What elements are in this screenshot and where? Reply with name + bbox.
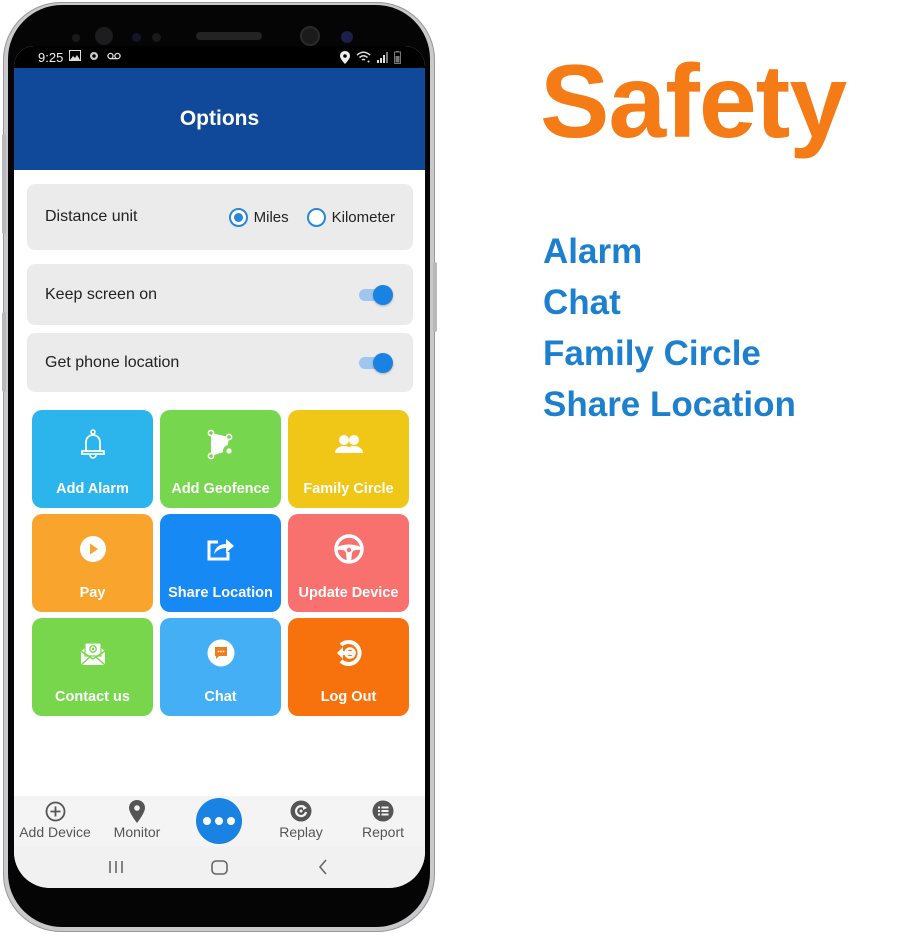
back-icon xyxy=(319,859,327,875)
options-grid: Add Alarm Add Geofence Family Circle Pay… xyxy=(32,410,409,716)
bixby-button xyxy=(2,312,6,392)
chat-tile[interactable]: Chat xyxy=(160,618,281,716)
status-time: 9:25 xyxy=(38,49,64,65)
radio-selected-icon[interactable] xyxy=(228,207,248,227)
dot xyxy=(227,817,235,825)
map-pin-icon xyxy=(129,799,145,823)
kilometer-label: Kilometer xyxy=(331,208,395,226)
more-dots-button[interactable] xyxy=(196,798,242,844)
tile-label: Family Circle xyxy=(303,481,394,497)
sensor-icon xyxy=(95,27,113,45)
toggle-knob[interactable] xyxy=(373,284,393,305)
wifi-icon xyxy=(356,51,371,63)
logout-icon xyxy=(332,636,366,670)
bell-icon xyxy=(76,428,110,462)
tile-label: Contact us xyxy=(55,689,130,705)
nav-label: Replay xyxy=(279,824,323,840)
steering-wheel-icon xyxy=(332,532,366,566)
kilometer-radio[interactable]: Kilometer xyxy=(306,207,395,227)
sync-icon xyxy=(89,51,99,64)
status-bar: 9:25 xyxy=(14,46,425,68)
radio-unselected-icon[interactable] xyxy=(306,207,326,227)
system-navigation-bar xyxy=(14,846,425,888)
contact-us-tile[interactable]: Contact us xyxy=(32,618,153,716)
back-button[interactable] xyxy=(303,852,343,882)
list-icon xyxy=(372,799,394,823)
pay-tile[interactable]: Pay xyxy=(32,514,153,612)
nav-label: Monitor xyxy=(113,824,161,840)
feature-list: Alarm Chat Family Circle Share Location xyxy=(543,226,796,430)
geofence-add-icon xyxy=(204,428,238,462)
feature-item: Alarm xyxy=(543,232,643,271)
bottom-navigation: Add Device Monitor Replay Report xyxy=(14,796,425,846)
nav-more xyxy=(178,796,260,844)
home-icon xyxy=(211,859,228,875)
front-camera-icon xyxy=(300,26,320,46)
nav-add-device[interactable]: Add Device xyxy=(14,796,96,840)
recents-icon xyxy=(109,861,123,873)
distance-unit-radio-group: Miles Kilometer xyxy=(228,207,395,227)
feature-item: Family Circle xyxy=(543,334,761,373)
nav-monitor[interactable]: Monitor xyxy=(96,796,178,840)
battery-icon xyxy=(394,50,401,64)
chat-bubble-icon xyxy=(204,636,238,670)
miles-label: Miles xyxy=(253,208,289,226)
share-icon xyxy=(204,532,238,566)
dot xyxy=(203,817,211,825)
tile-label: Chat xyxy=(204,689,237,705)
play-circle-icon xyxy=(76,532,110,566)
distance-unit-label: Distance unit xyxy=(45,208,138,225)
log-out-tile[interactable]: Log Out xyxy=(288,618,409,716)
feature-item: Chat xyxy=(543,283,621,322)
phone-screen: 9:25 Options Distance unit Miles Kilomet… xyxy=(14,46,425,888)
share-location-tile[interactable]: Share Location xyxy=(160,514,281,612)
gallery-icon xyxy=(69,50,82,64)
tile-label: Add Alarm xyxy=(56,481,129,497)
home-button[interactable] xyxy=(199,852,239,882)
keep-screen-on-toggle[interactable] xyxy=(359,284,393,305)
iris-scanner-icon xyxy=(341,31,353,43)
tile-label: Pay xyxy=(79,585,106,601)
toggle-knob[interactable] xyxy=(373,352,393,373)
distance-unit-setting: Distance unit Miles Kilometer xyxy=(27,184,413,250)
earpiece xyxy=(196,32,262,40)
recents-button[interactable] xyxy=(96,852,136,882)
nav-replay[interactable]: Replay xyxy=(260,796,342,840)
tile-label: Share Location xyxy=(168,585,273,601)
envelope-at-icon xyxy=(76,636,110,670)
nav-label: Add Device xyxy=(19,824,91,840)
update-device-tile[interactable]: Update Device xyxy=(288,514,409,612)
tile-label: Update Device xyxy=(298,585,399,601)
keep-screen-on-label: Keep screen on xyxy=(45,285,158,303)
nav-report[interactable]: Report xyxy=(342,796,424,840)
tile-label: Log Out xyxy=(320,689,377,705)
add-geofence-tile[interactable]: Add Geofence xyxy=(160,410,281,508)
get-phone-location-toggle[interactable] xyxy=(359,352,393,373)
add-alarm-tile[interactable]: Add Alarm xyxy=(32,410,153,508)
app-header: Options xyxy=(14,68,425,170)
location-icon xyxy=(340,50,350,64)
page-title: Options xyxy=(179,107,260,130)
tile-label: Add Geofence xyxy=(171,481,270,497)
volume-button xyxy=(2,134,6,234)
dot xyxy=(215,817,223,825)
miles-radio[interactable]: Miles xyxy=(228,207,289,227)
feature-item: Share Location xyxy=(543,385,796,424)
family-circle-tile[interactable]: Family Circle xyxy=(288,410,409,508)
power-button xyxy=(433,262,437,332)
replay-icon xyxy=(290,799,312,823)
people-icon xyxy=(332,428,366,462)
plus-circle-icon xyxy=(45,799,66,823)
sensor-icon xyxy=(152,33,161,42)
voicemail-icon xyxy=(107,51,122,63)
get-phone-location-setting: Get phone location xyxy=(27,333,413,392)
sensor-icon xyxy=(72,34,80,42)
sensor-icon xyxy=(132,33,141,42)
signal-icon xyxy=(377,51,388,63)
nav-label: Report xyxy=(361,824,405,840)
get-phone-location-label: Get phone location xyxy=(45,353,180,371)
keep-screen-on-setting: Keep screen on xyxy=(27,264,413,325)
marketing-headline: Safety xyxy=(540,44,847,160)
